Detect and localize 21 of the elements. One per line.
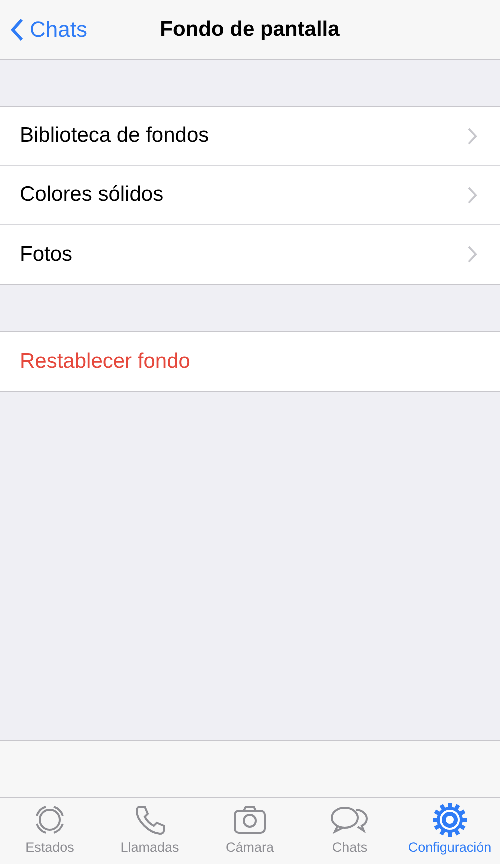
menu-row[interactable]: Colores sólidos: [0, 166, 500, 225]
back-label[interactable]: Chats: [30, 16, 88, 42]
menu-label: Fotos: [20, 242, 73, 266]
tab[interactable]: Configuración: [400, 798, 500, 864]
chevron-right-icon: [468, 128, 478, 144]
chevron-right-icon: [468, 246, 478, 263]
back-button[interactable]: Chats: [0, 16, 88, 42]
menu-label: Biblioteca de fondos: [20, 124, 210, 148]
screen-title: Fondo de pantalla: [160, 18, 340, 40]
chevron-right-icon: [468, 186, 478, 204]
reset-label: Restablecer fondo: [20, 350, 190, 374]
tab[interactable]: Estados: [0, 798, 100, 864]
settings-icon: [432, 802, 468, 838]
menu-row[interactable]: Fotos: [0, 225, 500, 284]
back-chevron-icon: [10, 18, 24, 42]
tab[interactable]: Llamadas: [100, 798, 200, 864]
menu-row[interactable]: Biblioteca de fondos: [0, 107, 500, 166]
reset-row[interactable]: Restablecer fondo: [0, 332, 500, 391]
menu-label: Colores sólidos: [20, 183, 164, 207]
tab[interactable]: Chats: [300, 798, 400, 864]
tab[interactable]: Cámara: [200, 798, 300, 864]
